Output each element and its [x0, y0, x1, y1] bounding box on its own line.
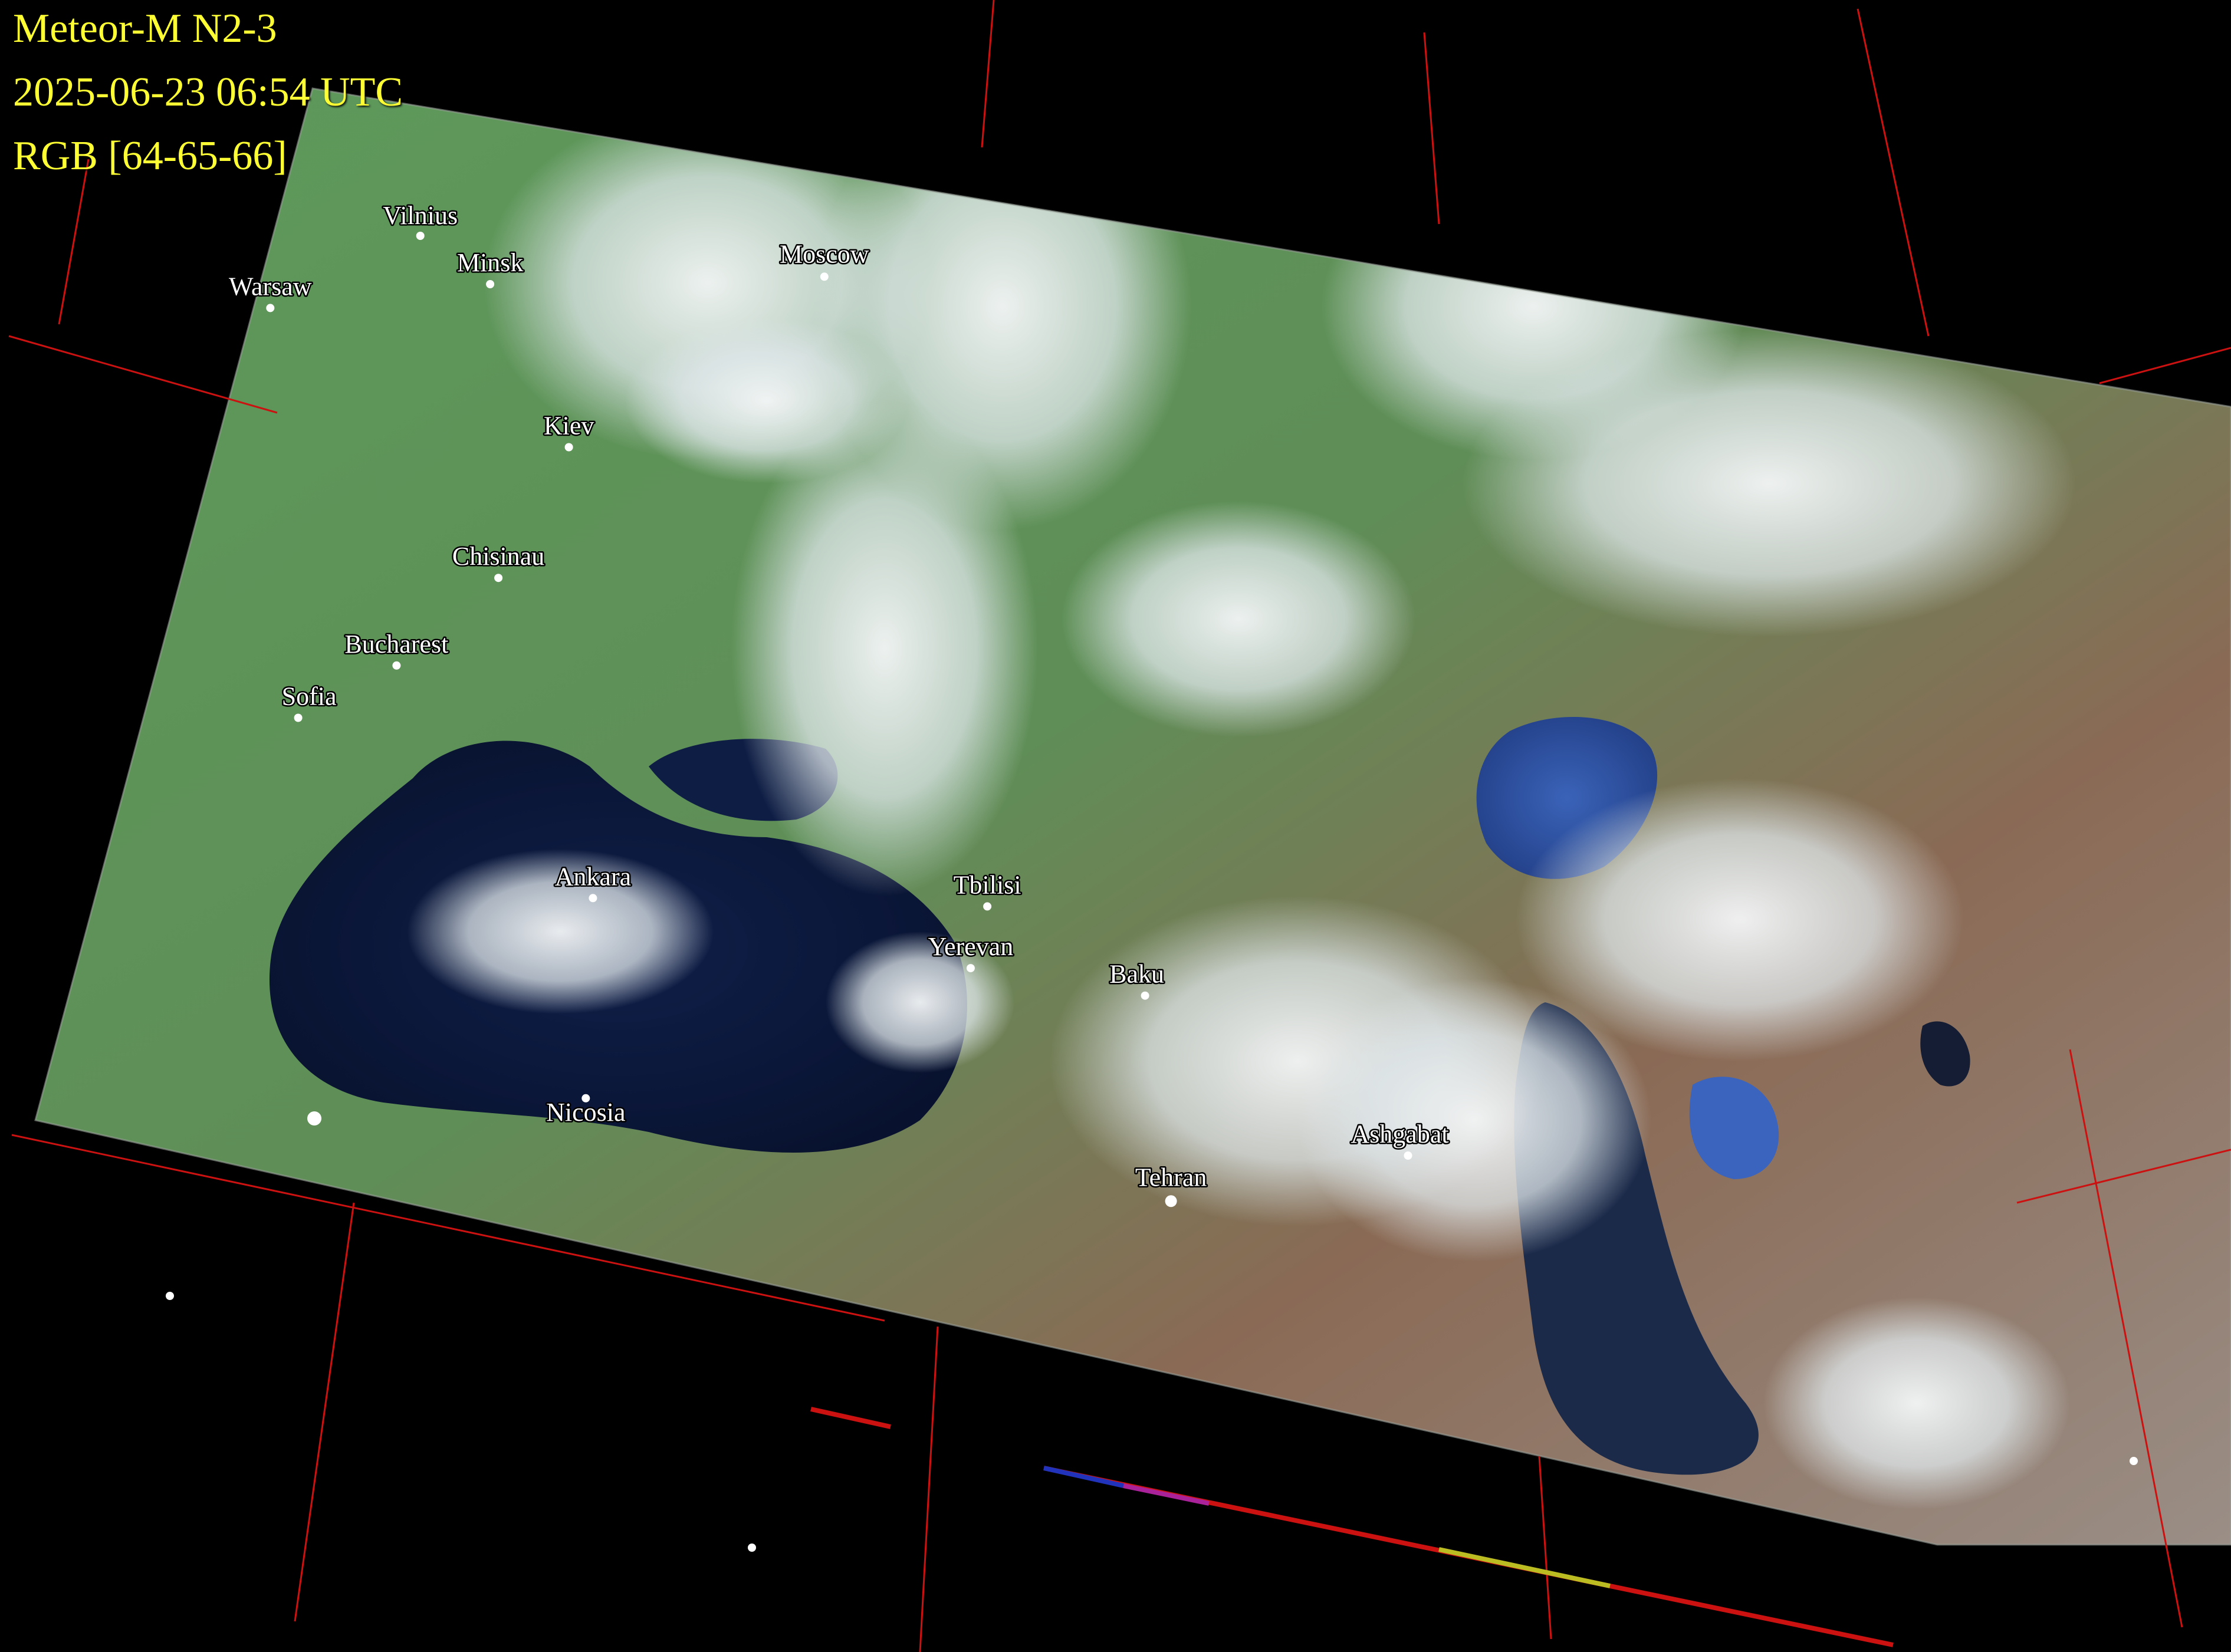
satellite-swath-image — [34, 87, 2231, 1546]
city-marker-minsk — [486, 280, 495, 288]
track-color-yellow — [1438, 1547, 1611, 1588]
unlabeled-marker-3 — [2130, 1457, 2138, 1465]
city-label-baku: Baku — [1109, 960, 1164, 989]
city-label-nicosia: Nicosia — [546, 1098, 625, 1127]
city-marker-kiev — [564, 443, 573, 452]
capture-timestamp: 2025-06-23 06:54 UTC — [13, 70, 403, 115]
graticule-line-lon-50-south — [1538, 1456, 1552, 1640]
graticule-line-lon-40-south — [919, 1326, 939, 1652]
city-label-minsk: Minsk — [457, 248, 523, 277]
city-nicosia: Nicosia — [545, 1094, 627, 1128]
city-label-tbilisi: Tbilisi — [954, 870, 1021, 899]
city-marker-baku — [1141, 991, 1149, 1000]
city-label-chisinau: Chisinau — [452, 542, 544, 571]
track-color-magenta — [1123, 1483, 1210, 1506]
city-label-warsaw: Warsaw — [229, 272, 312, 301]
city-marker-chisinau — [494, 574, 503, 583]
graticule-line-lon-50-north — [1423, 32, 1440, 225]
city-label-sofia: Sofia — [282, 682, 337, 711]
city-label-moscow: Moscow — [780, 239, 869, 268]
graticule-line-lon-20 — [58, 159, 90, 325]
unlabeled-marker-2 — [748, 1544, 756, 1552]
city-marker-bucharest — [392, 661, 401, 670]
satellite-name: Meteor-M N2-3 — [13, 6, 277, 51]
city-marker-warsaw — [266, 304, 275, 312]
rgb-composite-label: RGB [64-65-66] — [13, 133, 287, 179]
city-label-kiev: Kiev — [544, 412, 594, 440]
ground-track-segment — [810, 1407, 891, 1429]
city-label-ankara: Ankara — [555, 862, 632, 891]
city-marker-sofia — [294, 713, 303, 722]
city-marker-yerevan — [966, 964, 975, 973]
city-marker-tbilisi — [983, 902, 992, 911]
city-label-vilnius: Vilnius — [383, 201, 458, 230]
city-marker-ankara — [589, 894, 597, 903]
unlabeled-marker-1 — [166, 1292, 174, 1300]
city-marker-tehran — [1165, 1195, 1177, 1207]
city-marker-moscow — [820, 272, 829, 281]
city-label-yerevan: Yerevan — [928, 932, 1014, 961]
track-color-blue — [1043, 1466, 1124, 1488]
city-label-tehran: Tehran — [1135, 1163, 1207, 1192]
unlabeled-marker-istanbul — [307, 1111, 321, 1126]
city-label-bucharest: Bucharest — [344, 630, 448, 659]
city-marker-vilnius — [416, 232, 425, 240]
graticule-line-lon-60-north — [1857, 8, 1930, 337]
city-marker-ashgabat — [1404, 1151, 1412, 1160]
satellite-map: Vilnius Moscow Minsk Warsaw Kiev Chisinau Buch… — [8, 0, 2231, 1652]
city-label-ashgabat: Ashgabat — [1351, 1120, 1448, 1148]
graticule-line-lon-40-north — [981, 0, 995, 148]
graticule-line-lat-52-east — [2099, 347, 2231, 384]
graticule-line-lon-30-south — [294, 1202, 355, 1622]
